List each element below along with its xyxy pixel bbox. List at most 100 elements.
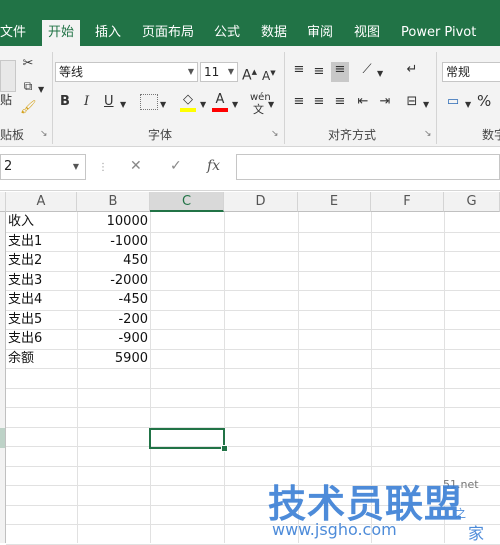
cell-b[interactable]: 5900 [78, 349, 148, 369]
chevron-down-icon[interactable]: ▼ [423, 97, 429, 113]
chevron-down-icon[interactable]: ▼ [160, 97, 166, 113]
enter-icon[interactable]: ✓ [170, 158, 182, 174]
chevron-down-icon: ▼ [227, 67, 234, 76]
align-left-icon[interactable]: ≡ [290, 94, 308, 110]
chevron-down-icon: ▼ [187, 67, 194, 76]
paste-label[interactable]: 贴 [0, 92, 12, 108]
chevron-down-icon[interactable]: ▼ [38, 82, 44, 98]
tab-power-pivot[interactable]: Power Pivot [401, 26, 476, 46]
chevron-down-icon[interactable]: ▼ [232, 97, 238, 113]
cell-b[interactable]: -900 [78, 329, 148, 349]
tab-formulas[interactable]: 公式 [214, 26, 240, 46]
cell-b[interactable]: -2000 [78, 271, 148, 291]
align-middle-icon[interactable]: ≡ [310, 64, 328, 80]
tab-insert[interactable]: 插入 [95, 26, 121, 46]
percent-button[interactable]: % [477, 93, 491, 109]
tab-view[interactable]: 视图 [354, 26, 380, 46]
group-divider [284, 52, 285, 144]
paste-icon[interactable] [0, 60, 16, 92]
tab-data[interactable]: 数据 [261, 26, 287, 46]
decrease-font-icon[interactable]: A▼ [262, 65, 276, 84]
number-group-label: 数字 [482, 128, 500, 142]
copy-icon[interactable]: ⧉ [20, 78, 36, 94]
align-center-icon[interactable]: ≡ [310, 94, 328, 110]
chevron-down-icon[interactable]: ▼ [377, 66, 383, 82]
group-divider [52, 52, 53, 144]
formula-input[interactable] [236, 154, 500, 180]
watermark-url: www.jsgho.com [272, 520, 397, 539]
active-cell-c[interactable] [149, 428, 225, 449]
cell-a[interactable]: 余额 [8, 349, 74, 369]
font-color-icon[interactable]: A [212, 92, 228, 112]
cell-b[interactable]: 450 [78, 251, 148, 271]
name-box[interactable]: 2 ▼ [0, 154, 86, 180]
currency-icon[interactable]: ▭ [444, 94, 462, 110]
cell-a[interactable]: 支出5 [8, 310, 74, 330]
fill-color-icon[interactable]: ◇ [180, 92, 196, 112]
column-header-e[interactable]: E [298, 192, 371, 212]
fill-handle[interactable] [221, 445, 228, 452]
gridline-horizontal [6, 387, 500, 389]
alignment-group-label: 对齐方式 [328, 128, 377, 142]
cut-icon[interactable]: ✂ [20, 56, 36, 72]
ribbon-tab-bar: 文件 开始 插入 页面布局 公式 数据 审阅 视图 Power Pivot [0, 0, 500, 46]
cell-b[interactable]: -450 [78, 290, 148, 310]
chevron-down-icon: ▼ [72, 162, 79, 171]
column-header-g[interactable]: G [444, 192, 500, 212]
chevron-down-icon[interactable]: ▼ [465, 97, 471, 113]
cell-b[interactable]: -1000 [78, 232, 148, 252]
cell-a[interactable]: 支出4 [8, 290, 74, 310]
insert-function-button[interactable]: fx [207, 158, 220, 174]
tab-page-layout[interactable]: 页面布局 [142, 26, 194, 46]
column-header-d[interactable]: D [224, 192, 298, 212]
column-header-c[interactable]: C [150, 192, 224, 212]
align-bottom-icon[interactable]: ≡ [331, 62, 349, 82]
increase-font-icon[interactable]: A▲ [242, 64, 257, 84]
formula-bar-grip-icon[interactable]: ⋮ [98, 160, 108, 176]
italic-button[interactable]: I [84, 94, 89, 110]
number-format-select[interactable]: 常规 [442, 62, 500, 82]
decrease-indent-icon[interactable]: ⇤ [354, 94, 372, 110]
watermark-small: 之 [455, 507, 466, 520]
cell-a[interactable]: 收入 [8, 212, 74, 232]
dialog-launcher-icon[interactable]: ↘ [271, 129, 279, 139]
align-right-icon[interactable]: ≡ [331, 94, 349, 110]
phonetic-char-icon[interactable]: 文 [253, 102, 264, 118]
tab-file[interactable]: 文件 [0, 26, 26, 46]
dialog-launcher-icon[interactable]: ↘ [424, 129, 432, 139]
orientation-icon[interactable]: ⟋ [357, 62, 377, 78]
row-header-strip[interactable] [0, 212, 6, 543]
column-header-f[interactable]: F [371, 192, 444, 212]
cell-a[interactable]: 支出6 [8, 329, 74, 349]
chevron-down-icon[interactable]: ▼ [120, 97, 126, 113]
group-divider [436, 52, 437, 144]
tab-home[interactable]: 开始 [42, 20, 81, 46]
gridline-vertical [224, 212, 225, 543]
font-name-select[interactable]: 等线 ▼ [55, 62, 198, 82]
format-painter-icon[interactable]: 🖌 [20, 100, 37, 116]
gridline-horizontal [6, 446, 500, 447]
cell-b[interactable]: 10000 [78, 212, 148, 232]
wrap-text-icon[interactable]: ↵ [403, 62, 421, 78]
dialog-launcher-icon[interactable]: ↘ [40, 129, 48, 139]
font-name-value: 等线 [59, 65, 84, 79]
tab-review[interactable]: 审阅 [307, 26, 333, 46]
borders-icon[interactable] [140, 94, 158, 110]
cell-a[interactable]: 支出3 [8, 271, 74, 291]
underline-button[interactable]: U [104, 94, 114, 110]
merge-center-icon[interactable]: ⊟ [403, 94, 421, 110]
cell-a[interactable]: 支出1 [8, 232, 74, 252]
gridline-horizontal [6, 407, 500, 408]
increase-indent-icon[interactable]: ⇥ [376, 94, 394, 110]
column-header-a[interactable]: A [6, 192, 77, 212]
align-top-icon[interactable]: ≡ [290, 62, 308, 78]
chevron-down-icon[interactable]: ▼ [200, 97, 206, 113]
gridline-horizontal [6, 426, 500, 428]
font-size-select[interactable]: 11 ▼ [200, 62, 238, 82]
bold-button[interactable]: B [60, 94, 70, 110]
cancel-icon[interactable]: ✕ [130, 158, 142, 174]
chevron-down-icon[interactable]: ▼ [268, 97, 274, 113]
cell-a[interactable]: 支出2 [8, 251, 74, 271]
column-header-b[interactable]: B [77, 192, 150, 212]
cell-b[interactable]: -200 [78, 310, 148, 330]
